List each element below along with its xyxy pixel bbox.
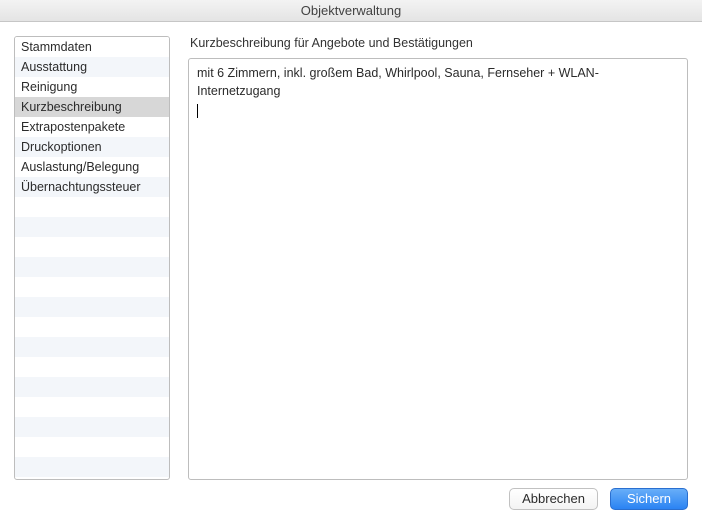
sidebar-item-kurzbeschreibung[interactable]: Kurzbeschreibung — [15, 97, 169, 117]
section-label: Kurzbeschreibung für Angebote und Bestät… — [188, 36, 688, 50]
sidebar-item-empty — [15, 257, 169, 277]
window-titlebar: Objektverwaltung — [0, 0, 702, 22]
sidebar-item-empty — [15, 417, 169, 437]
description-text: mit 6 Zimmern, inkl. großem Bad, Whirlpo… — [197, 66, 599, 98]
sidebar-item-empty — [15, 357, 169, 377]
sidebar-item-label: Extrapostenpakete — [21, 120, 125, 134]
sidebar-item-empty — [15, 337, 169, 357]
dialog-footer: Abbrechen Sichern — [0, 480, 702, 518]
sidebar-item-label: Reinigung — [21, 80, 77, 94]
window-content: Stammdaten Ausstattung Reinigung Kurzbeschr… — [0, 22, 702, 480]
sidebar-item-empty — [15, 437, 169, 457]
sidebar-item-druckoptionen[interactable]: Druckoptionen — [15, 137, 169, 157]
cancel-button[interactable]: Abbrechen — [509, 488, 598, 510]
window-title: Objektverwaltung — [301, 3, 401, 18]
sidebar-item-label: Ausstattung — [21, 60, 87, 74]
save-button[interactable]: Sichern — [610, 488, 688, 510]
sidebar-item-auslastung-belegung[interactable]: Auslastung/Belegung — [15, 157, 169, 177]
sidebar-item-ausstattung[interactable]: Ausstattung — [15, 57, 169, 77]
sidebar-item-label: Kurzbeschreibung — [21, 100, 122, 114]
sidebar-item-label: Stammdaten — [21, 40, 92, 54]
sidebar-item-empty — [15, 237, 169, 257]
sidebar-item-label: Druckoptionen — [21, 140, 102, 154]
sidebar-item-label: Übernachtungssteuer — [21, 180, 141, 194]
description-editor[interactable]: mit 6 Zimmern, inkl. großem Bad, Whirlpo… — [188, 58, 688, 480]
sidebar-item-stammdaten[interactable]: Stammdaten — [15, 37, 169, 57]
sidebar-item--bernachtungssteuer[interactable]: Übernachtungssteuer — [15, 177, 169, 197]
sidebar-item-reinigung[interactable]: Reinigung — [15, 77, 169, 97]
sidebar-item-empty — [15, 217, 169, 237]
sidebar-item-label: Auslastung/Belegung — [21, 160, 139, 174]
sidebar-item-empty — [15, 297, 169, 317]
text-caret — [197, 104, 198, 118]
sidebar-item-empty — [15, 377, 169, 397]
sidebar-item-empty — [15, 457, 169, 477]
sidebar-item-empty — [15, 197, 169, 217]
sidebar-item-extrapostenpakete[interactable]: Extrapostenpakete — [15, 117, 169, 137]
sidebar-item-empty — [15, 277, 169, 297]
sidebar-item-empty — [15, 397, 169, 417]
main-panel: Kurzbeschreibung für Angebote und Bestät… — [188, 36, 688, 480]
sidebar-item-empty — [15, 317, 169, 337]
category-sidebar: Stammdaten Ausstattung Reinigung Kurzbeschr… — [14, 36, 170, 480]
